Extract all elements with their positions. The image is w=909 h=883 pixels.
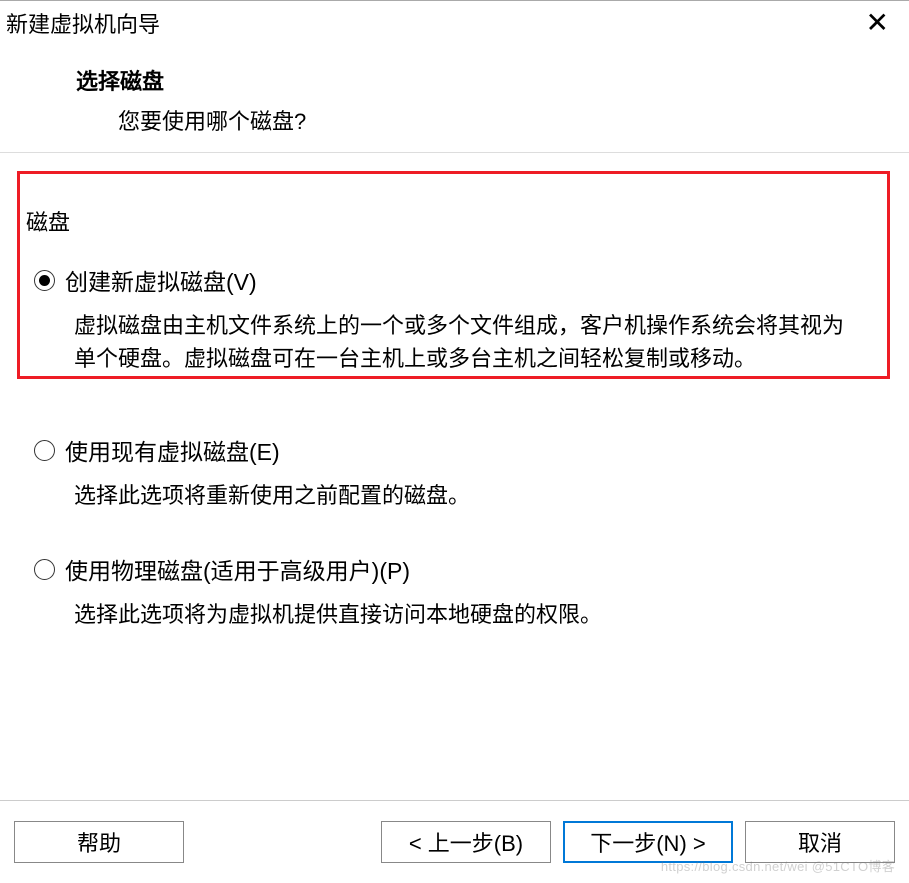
option-description: 选择此选项将为虚拟机提供直接访问本地硬盘的权限。 [34,586,883,631]
option-label: 使用物理磁盘(适用于高级用户)(P) [65,552,410,586]
next-button[interactable]: 下一步(N) > [563,821,733,863]
radio-row[interactable]: 使用物理磁盘(适用于高级用户)(P) [34,552,883,586]
wizard-footer: 帮助 < 上一步(B) 下一步(N) > 取消 [0,801,909,883]
wizard-content: 磁盘 创建新虚拟磁盘(V) 虚拟磁盘由主机文件系统上的一个或多个文件组成，客户机… [0,152,909,801]
option-description: 选择此选项将重新使用之前配置的磁盘。 [34,467,883,512]
option-description: 虚拟磁盘由主机文件系统上的一个或多个文件组成，客户机操作系统会将其视为单个硬盘。… [34,297,883,375]
radio-icon [34,440,55,461]
wizard-header: 选择磁盘 您要使用哪个磁盘? [0,44,909,152]
radio-icon [34,559,55,580]
close-button[interactable]: ✕ [860,9,895,37]
titlebar: 新建虚拟机向导 ✕ [0,0,909,44]
close-icon: ✕ [866,7,889,38]
radio-row[interactable]: 创建新虚拟磁盘(V) [34,263,883,297]
page-title: 选择磁盘 [76,64,909,96]
cancel-button[interactable]: 取消 [745,821,895,863]
radio-row[interactable]: 使用现有虚拟磁盘(E) [34,433,883,467]
option-use-existing-disk[interactable]: 使用现有虚拟磁盘(E) 选择此选项将重新使用之前配置的磁盘。 [26,375,883,512]
page-subtitle: 您要使用哪个磁盘? [76,96,909,136]
disk-group-label: 磁盘 [26,153,883,237]
radio-icon [34,270,55,291]
option-use-physical-disk[interactable]: 使用物理磁盘(适用于高级用户)(P) 选择此选项将为虚拟机提供直接访问本地硬盘的… [26,512,883,631]
option-label: 创建新虚拟磁盘(V) [65,263,257,297]
window-title: 新建虚拟机向导 [6,7,160,39]
back-button[interactable]: < 上一步(B) [381,821,551,863]
help-button[interactable]: 帮助 [14,821,184,863]
option-label: 使用现有虚拟磁盘(E) [65,433,280,467]
option-create-new-disk[interactable]: 创建新虚拟磁盘(V) 虚拟磁盘由主机文件系统上的一个或多个文件组成，客户机操作系… [26,237,883,375]
